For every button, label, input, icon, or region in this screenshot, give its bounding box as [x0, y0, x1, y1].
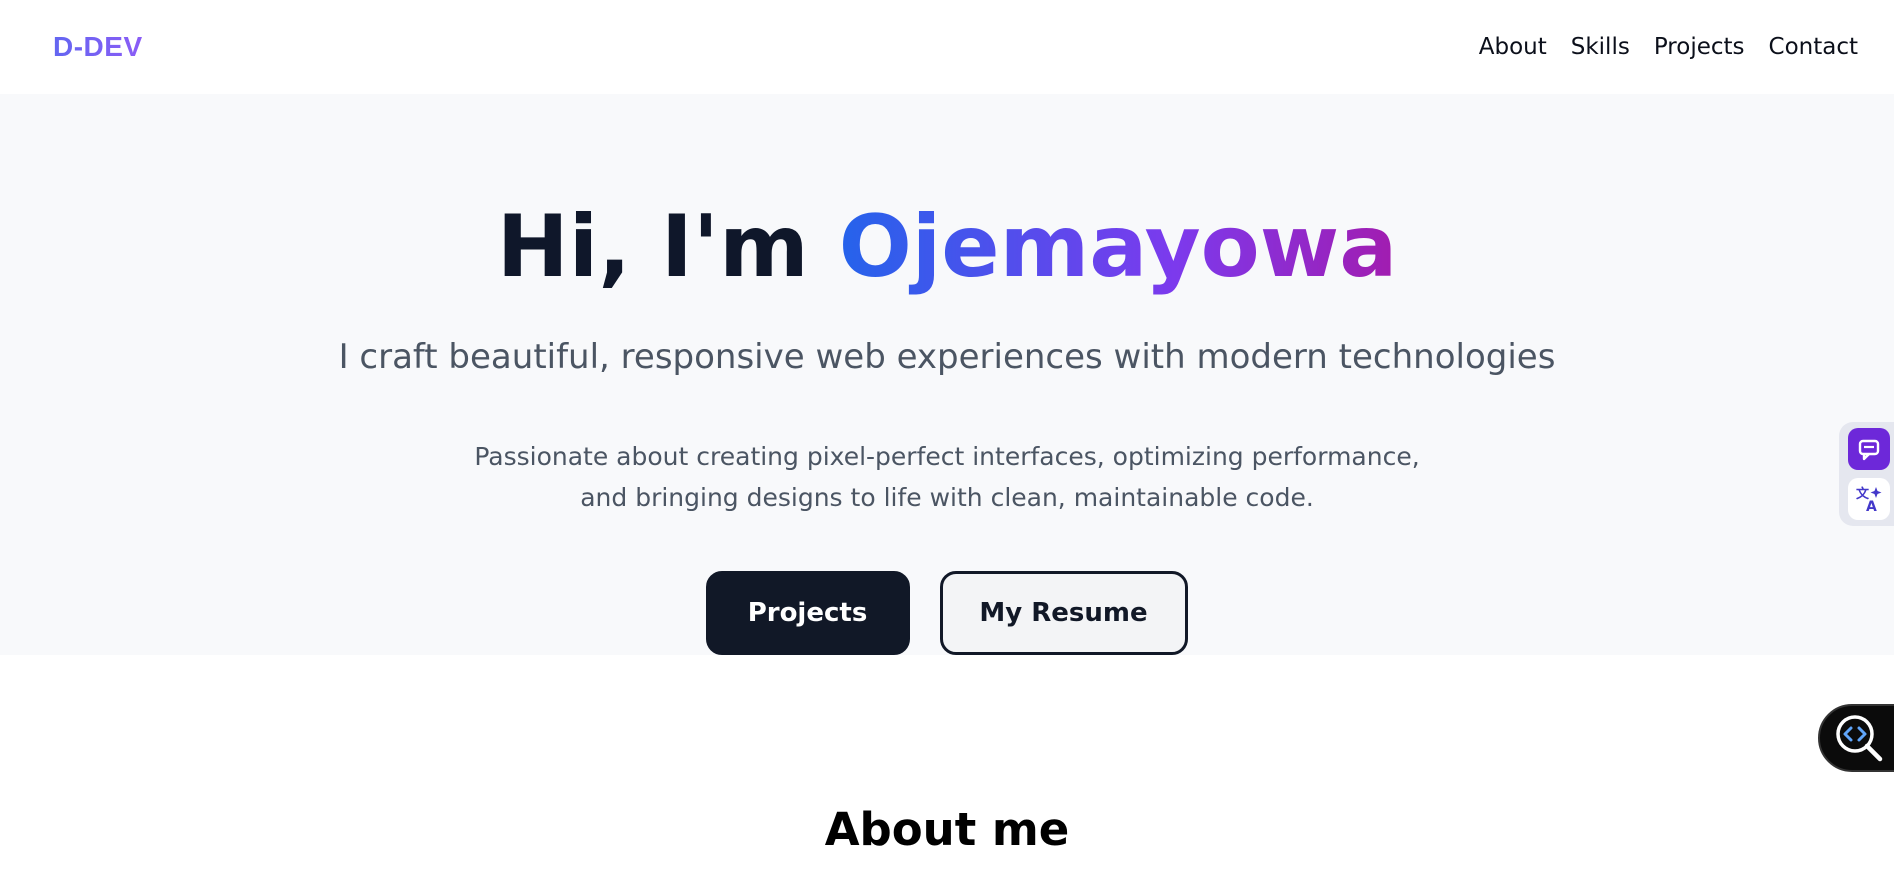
nav-links: About Skills Projects Contact	[1479, 34, 1858, 60]
hero-description-line-2: and bringing designs to life with clean,…	[580, 483, 1314, 512]
navbar: D-DEV About Skills Projects Contact	[0, 0, 1894, 94]
hero-description: Passionate about creating pixel-perfect …	[0, 436, 1894, 518]
hero-section: Hi, I'm Ojemayowa I craft beautiful, res…	[0, 94, 1894, 655]
chat-bubble-icon[interactable]	[1847, 428, 1890, 470]
resume-button[interactable]: My Resume	[939, 571, 1188, 655]
code-search-floating-button[interactable]	[1818, 704, 1894, 772]
nav-link-contact[interactable]: Contact	[1769, 34, 1858, 60]
code-search-icon	[1836, 715, 1883, 762]
svg-text:A: A	[1866, 499, 1877, 514]
nav-link-skills[interactable]: Skills	[1571, 34, 1630, 60]
hero-greeting: Hi, I'm	[496, 197, 839, 297]
projects-button[interactable]: Projects	[705, 571, 910, 655]
hero-title: Hi, I'm Ojemayowa	[0, 204, 1894, 290]
nav-link-projects[interactable]: Projects	[1654, 34, 1745, 60]
site-logo[interactable]: D-DEV	[53, 31, 143, 63]
hero-name: Ojemayowa	[838, 197, 1398, 297]
hero-subtitle: I craft beautiful, responsive web experi…	[338, 337, 1556, 377]
hero-buttons: Projects My Resume	[0, 571, 1894, 655]
nav-link-about[interactable]: About	[1479, 34, 1547, 60]
about-heading: About me	[824, 803, 1070, 856]
translate-icon[interactable]: 文 A	[1847, 478, 1890, 520]
extension-side-toolbar: 文 A	[1839, 422, 1894, 526]
hero-description-line-1: Passionate about creating pixel-perfect …	[474, 442, 1420, 471]
